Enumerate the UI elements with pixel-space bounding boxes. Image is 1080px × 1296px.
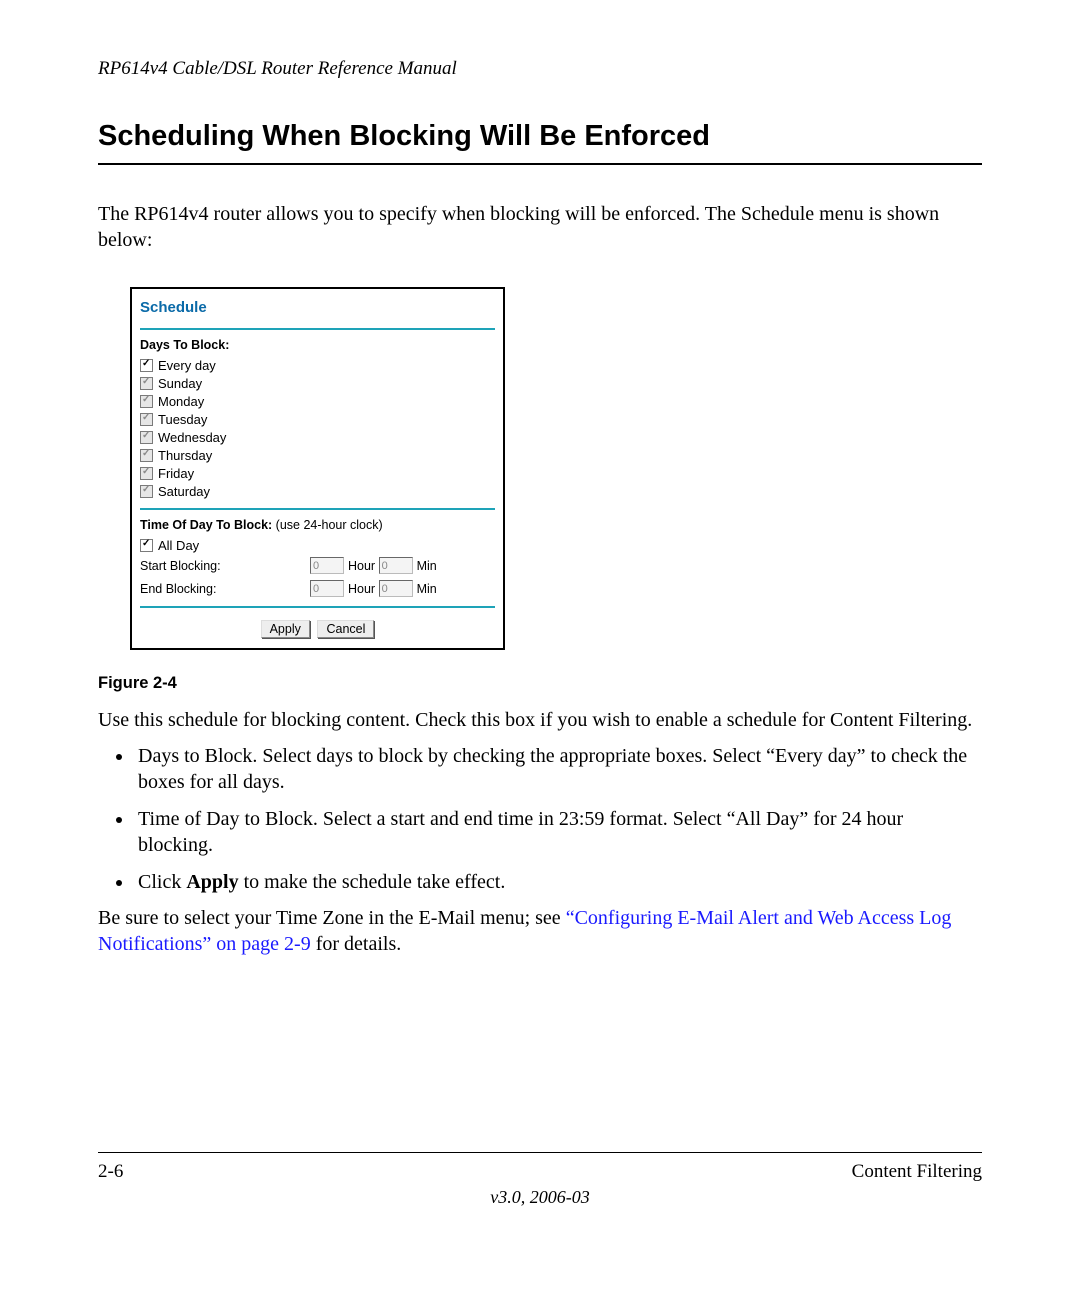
divider <box>140 328 495 330</box>
day-row-friday[interactable]: ✓ Friday <box>140 464 495 482</box>
day-label: Saturday <box>158 484 210 499</box>
end-hour-input[interactable]: 0 <box>310 580 344 597</box>
checkbox-monday[interactable]: ✓ <box>140 395 153 408</box>
schedule-panel: Schedule Days To Block: ✓ Every day ✓ Su… <box>130 287 505 650</box>
chapter-name: Content Filtering <box>852 1161 982 1183</box>
checkbox-tuesday[interactable]: ✓ <box>140 413 153 426</box>
day-label: Wednesday <box>158 430 226 445</box>
title-rule <box>98 163 982 165</box>
bullet-days-to-block: Days to Block. Select days to block by c… <box>134 743 982 796</box>
day-row-sunday[interactable]: ✓ Sunday <box>140 374 495 392</box>
day-row-thursday[interactable]: ✓ Thursday <box>140 446 495 464</box>
checkbox-all-day[interactable]: ✓ <box>140 539 153 552</box>
checkbox-sunday[interactable]: ✓ <box>140 377 153 390</box>
figure-caption: Figure 2-4 <box>98 674 982 693</box>
day-row-monday[interactable]: ✓ Monday <box>140 392 495 410</box>
start-blocking-row: Start Blocking: 0 Hour 0 Min <box>140 554 495 577</box>
checkbox-saturday[interactable]: ✓ <box>140 485 153 498</box>
description-lead: Use this schedule for blocking content. … <box>98 707 982 733</box>
checkbox-friday[interactable]: ✓ <box>140 467 153 480</box>
bullet-apply: Click Apply to make the schedule take ef… <box>134 869 982 895</box>
figure-screenshot: Schedule Days To Block: ✓ Every day ✓ Su… <box>130 287 982 650</box>
page-number: 2-6 <box>98 1161 123 1183</box>
section-title: Scheduling When Blocking Will Be Enforce… <box>98 120 982 157</box>
day-label: Thursday <box>158 448 212 463</box>
bullet-time-of-day: Time of Day to Block. Select a start and… <box>134 806 982 859</box>
cancel-button[interactable]: Cancel <box>317 620 374 638</box>
checkbox-thursday[interactable]: ✓ <box>140 449 153 462</box>
intro-paragraph: The RP614v4 router allows you to specify… <box>98 201 982 253</box>
min-unit: Min <box>417 582 437 596</box>
day-row-tuesday[interactable]: ✓ Tuesday <box>140 410 495 428</box>
day-row-everyday[interactable]: ✓ Every day <box>140 356 495 374</box>
day-label: Friday <box>158 466 194 481</box>
footer-rule <box>98 1152 982 1153</box>
divider <box>140 508 495 510</box>
time-of-day-heading: Time Of Day To Block: (use 24-hour clock… <box>140 516 495 536</box>
apply-button[interactable]: Apply <box>261 620 310 638</box>
hour-unit: Hour <box>348 582 375 596</box>
description-bullets: Days to Block. Select days to block by c… <box>98 743 982 895</box>
doc-version: v3.0, 2006-03 <box>98 1187 982 1208</box>
day-row-wednesday[interactable]: ✓ Wednesday <box>140 428 495 446</box>
min-unit: Min <box>417 559 437 573</box>
day-label: Tuesday <box>158 412 207 427</box>
hour-unit: Hour <box>348 559 375 573</box>
day-label: Monday <box>158 394 204 409</box>
checkbox-everyday[interactable]: ✓ <box>140 359 153 372</box>
all-day-row[interactable]: ✓ All Day <box>140 536 495 554</box>
page-footer: 2-6 Content Filtering v3.0, 2006-03 <box>98 1152 982 1208</box>
schedule-panel-title: Schedule <box>140 295 495 326</box>
running-header: RP614v4 Cable/DSL Router Reference Manua… <box>98 58 982 80</box>
checkbox-wednesday[interactable]: ✓ <box>140 431 153 444</box>
divider <box>140 606 495 608</box>
day-label: Sunday <box>158 376 202 391</box>
end-blocking-row: End Blocking: 0 Hour 0 Min <box>140 577 495 600</box>
start-min-input[interactable]: 0 <box>379 557 413 574</box>
description-tail: Be sure to select your Time Zone in the … <box>98 905 982 957</box>
start-blocking-label: Start Blocking: <box>140 559 310 573</box>
end-min-input[interactable]: 0 <box>379 580 413 597</box>
day-label: Every day <box>158 358 216 373</box>
end-blocking-label: End Blocking: <box>140 582 310 596</box>
all-day-label: All Day <box>158 538 199 553</box>
day-row-saturday[interactable]: ✓ Saturday <box>140 482 495 500</box>
start-hour-input[interactable]: 0 <box>310 557 344 574</box>
days-to-block-heading: Days To Block: <box>140 336 495 356</box>
